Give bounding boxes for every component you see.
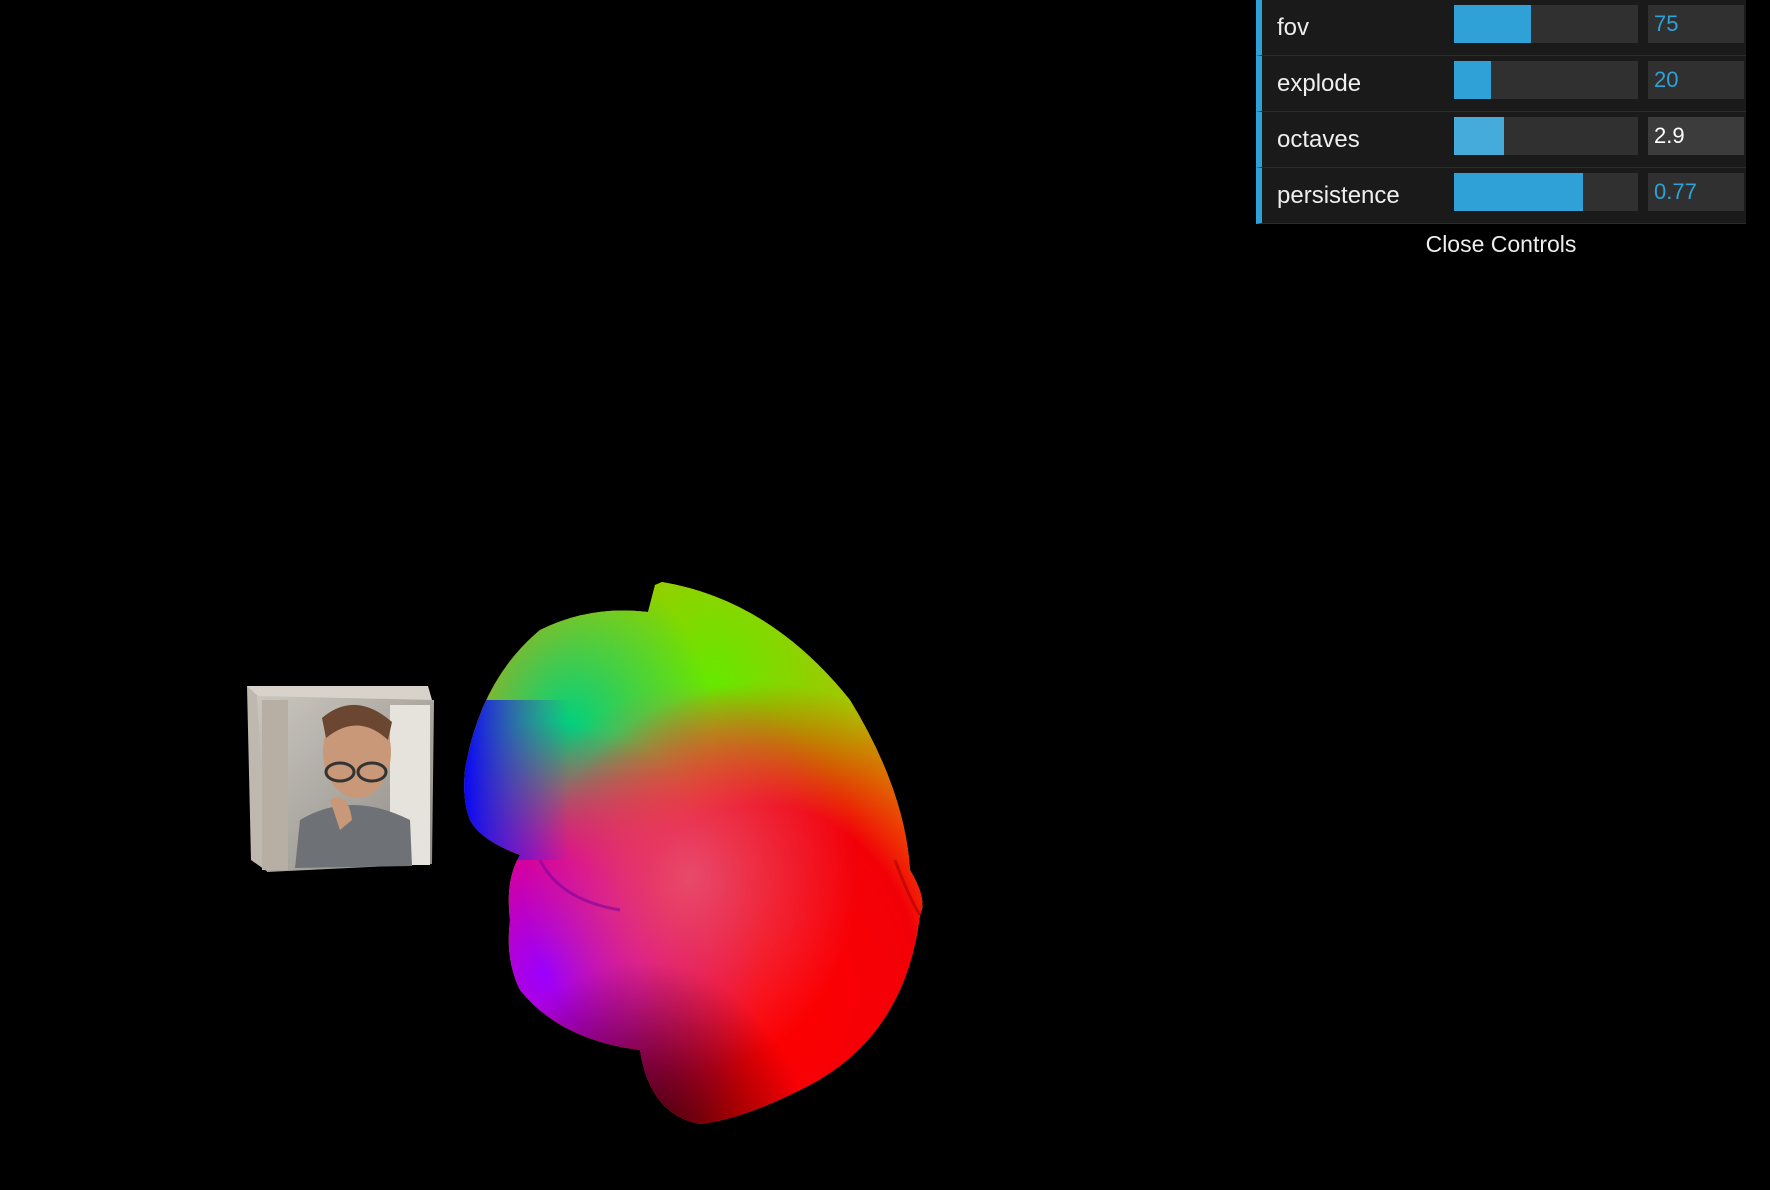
control-row-explode: explode bbox=[1256, 56, 1746, 112]
controls-panel: fov explode octaves persistence bbox=[1256, 0, 1746, 264]
fov-slider[interactable] bbox=[1454, 5, 1638, 43]
control-label: explode bbox=[1277, 70, 1362, 97]
slider-fill bbox=[1454, 173, 1583, 211]
control-row-fov: fov bbox=[1256, 0, 1746, 56]
explode-value-input[interactable] bbox=[1648, 61, 1744, 99]
octaves-value-input[interactable] bbox=[1648, 117, 1744, 155]
persistence-value-input[interactable] bbox=[1648, 173, 1744, 211]
webgl-scene[interactable]: fov explode octaves persistence bbox=[0, 0, 1770, 1190]
control-row-octaves: octaves bbox=[1256, 112, 1746, 168]
control-row-persistence: persistence bbox=[1256, 168, 1746, 224]
slider-fill bbox=[1454, 5, 1532, 43]
control-label: octaves bbox=[1277, 126, 1360, 153]
fov-value-input[interactable] bbox=[1648, 5, 1744, 43]
noise-sphere bbox=[464, 582, 923, 1124]
slider-fill bbox=[1454, 61, 1491, 99]
persistence-slider[interactable] bbox=[1454, 173, 1638, 211]
close-controls-button[interactable]: Close Controls bbox=[1256, 224, 1746, 264]
slider-fill bbox=[1454, 117, 1504, 155]
explode-slider[interactable] bbox=[1454, 61, 1638, 99]
control-label: fov bbox=[1277, 14, 1310, 41]
control-label: persistence bbox=[1277, 182, 1400, 209]
textured-cube bbox=[247, 686, 434, 872]
octaves-slider[interactable] bbox=[1454, 117, 1638, 155]
